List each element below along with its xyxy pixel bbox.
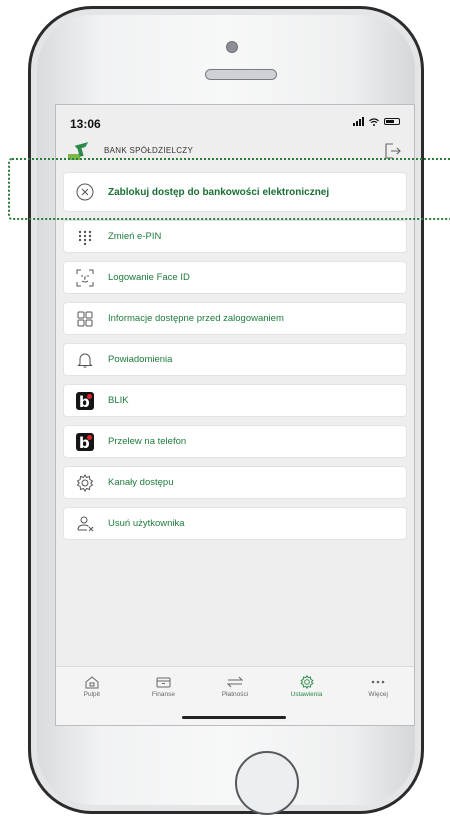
tab-pulpit[interactable]: Pulpit: [62, 675, 122, 698]
tab-wiecej[interactable]: Więcej: [348, 675, 408, 698]
menu-item-remove-user[interactable]: Usuń użytkownika: [64, 508, 406, 539]
tab-label: Płatności: [221, 691, 249, 698]
menu-item-label: Logowanie Face ID: [108, 272, 190, 283]
menu-item-info-before-login[interactable]: Informacje dostępne przed zalogowaniem: [64, 303, 406, 334]
menu-item-label: BLIK: [108, 395, 129, 406]
status-time: 13:06: [70, 117, 101, 131]
menu-item-access-channels[interactable]: Kanały dostępu: [64, 467, 406, 498]
signal-icon: [353, 117, 364, 126]
tab-finanse[interactable]: Finanse: [133, 675, 193, 698]
battery-icon: [384, 118, 400, 125]
status-bar: 13:06: [56, 105, 414, 139]
grid-icon: [74, 308, 96, 330]
gear-icon: [299, 675, 315, 689]
tab-ustawienia[interactable]: Ustawienia: [277, 675, 337, 698]
home-indicator: [182, 716, 286, 719]
tab-label: Finanse: [151, 691, 175, 698]
blik-icon: b: [74, 390, 96, 412]
menu-item-phone-transfer[interactable]: b Przelew na telefon: [64, 426, 406, 457]
menu-item-label: Kanały dostępu: [108, 477, 174, 488]
status-icons: [353, 117, 400, 126]
bell-icon: [74, 349, 96, 371]
menu-item-blik[interactable]: b BLIK: [64, 385, 406, 416]
menu-item-change-epin[interactable]: Zmień e-PIN: [64, 221, 406, 252]
menu-item-label: Zmień e-PIN: [108, 231, 162, 242]
home-icon: [84, 675, 100, 689]
bank-name: BANK SPÓŁDZIELCZY: [104, 146, 194, 155]
keypad-icon: [74, 226, 96, 248]
tab-platnosci[interactable]: Płatności: [205, 675, 265, 698]
gear-icon: [74, 472, 96, 494]
user-remove-icon: [74, 513, 96, 535]
menu-item-label: Powiadomienia: [108, 354, 173, 365]
highlight-box: [8, 158, 450, 220]
tab-bar: Pulpit Finanse Płatności Ustawienia Więc…: [56, 666, 414, 725]
logout-icon[interactable]: [384, 143, 402, 159]
settings-menu: Zablokuj dostęp do bankowości elektronic…: [64, 173, 406, 549]
face-id-icon: [74, 267, 96, 289]
menu-item-face-id[interactable]: Logowanie Face ID: [64, 262, 406, 293]
menu-item-label: Usuń użytkownika: [108, 518, 185, 529]
more-icon: [370, 675, 386, 689]
menu-item-notifications[interactable]: Powiadomienia: [64, 344, 406, 375]
tab-label: Więcej: [368, 691, 388, 698]
menu-item-label: Informacje dostępne przed zalogowaniem: [108, 313, 284, 324]
menu-item-label: Przelew na telefon: [108, 436, 187, 447]
wallet-icon: [155, 675, 171, 689]
tab-label: Pulpit: [83, 691, 100, 698]
camera: [226, 41, 238, 53]
transfer-icon: [226, 675, 243, 689]
home-button[interactable]: [235, 751, 299, 815]
wifi-icon: [369, 117, 379, 126]
blik-icon: b: [74, 431, 96, 453]
speaker: [205, 69, 277, 80]
tab-label: Ustawienia: [290, 691, 323, 698]
